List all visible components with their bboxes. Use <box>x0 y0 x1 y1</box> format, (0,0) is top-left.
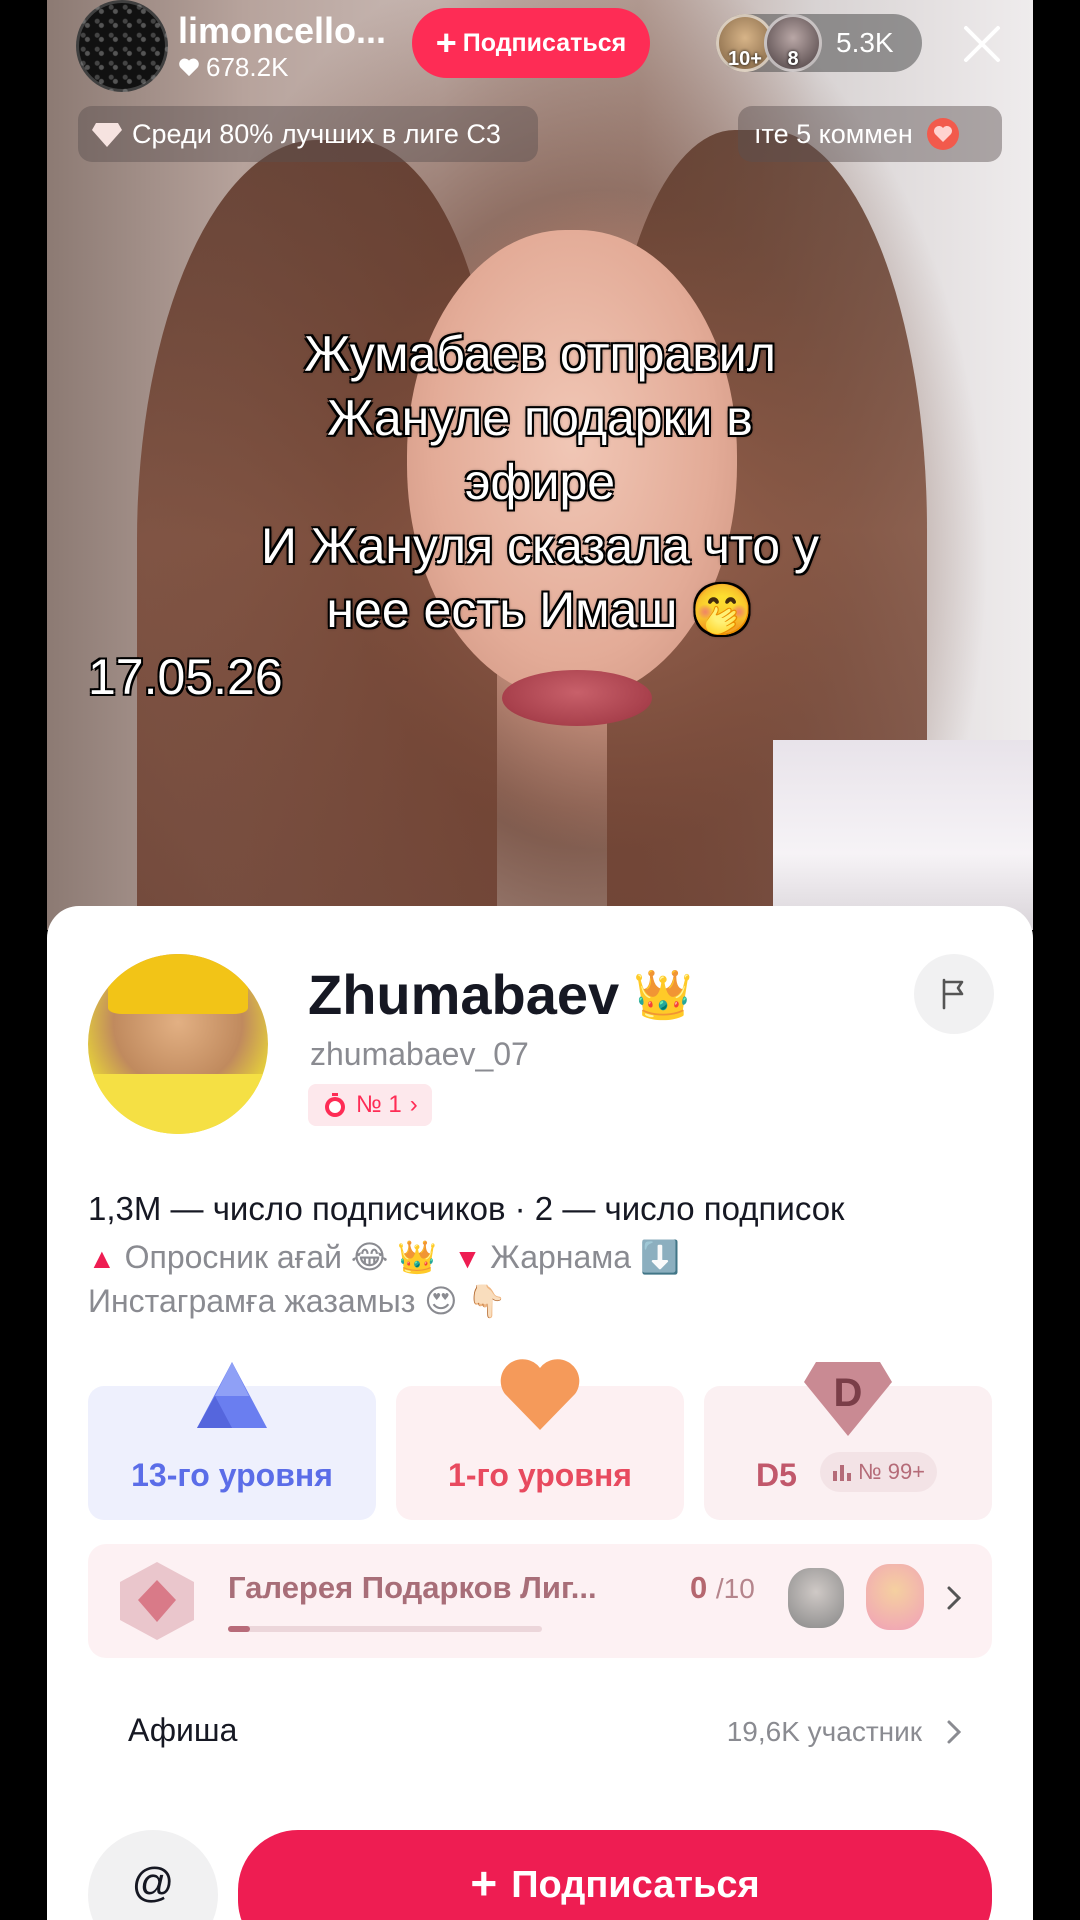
close-icon[interactable] <box>960 22 1004 66</box>
level-2-label: 1-го уровня <box>448 1457 632 1493</box>
profile-rank-badge[interactable]: № 1 › <box>308 1084 432 1126</box>
viewer-count: 5.3K <box>836 27 894 58</box>
league-diamond-icon: D <box>804 1362 892 1436</box>
header-follow-label: Подписаться <box>462 28 627 57</box>
triangle-level-icon <box>197 1362 267 1428</box>
bio-line-1-a: Опросник ағай 😂 👑 <box>124 1239 438 1275</box>
caption-line-2: Жануле подарки в <box>327 390 753 446</box>
triangle-up-icon: ▲ <box>88 1243 116 1274</box>
gift-gallery-icon <box>120 1562 194 1640</box>
chevron-right-icon <box>947 1720 962 1744</box>
streamer-avatar[interactable] <box>76 0 168 92</box>
report-button[interactable] <box>914 954 994 1034</box>
level-1-label: 13-го уровня <box>131 1457 333 1493</box>
top-viewer-avatar-2[interactable]: 8 <box>764 14 822 72</box>
gift-gallery-card[interactable]: Галерея Подарков Лиг... 0 /10 <box>88 1544 992 1658</box>
comment-task-pill[interactable]: ıте 5 коммен <box>738 106 1002 162</box>
chevron-right-icon <box>947 1586 962 1610</box>
gift-gallery-count-total: /10 <box>715 1573 755 1604</box>
viewer-badge-2: 8 <box>787 48 799 70</box>
left-letterbox <box>0 0 47 1920</box>
caption-line-1: Жумабаев отправил <box>304 326 776 382</box>
gift-gallery-count: 0 /10 <box>690 1570 755 1606</box>
profile-handle: zhumabaev_07 <box>310 1036 529 1072</box>
gift-heart-icon <box>926 118 959 150</box>
streamer-text: limoncello... 678.2K <box>178 10 386 83</box>
profile-avatar[interactable] <box>88 954 268 1134</box>
league-text: Среди 80% лучших в лиге C3 <box>132 118 501 149</box>
caption-line-3: эфире <box>464 454 616 510</box>
level-card-subscriber[interactable]: 13-го уровня <box>88 1362 376 1520</box>
video-lips <box>502 670 652 726</box>
heart-level-icon <box>500 1359 580 1430</box>
league-rank-chip: № 99+ <box>820 1452 938 1492</box>
gift-gallery-title: Галерея Подарков Лиг... <box>228 1570 597 1605</box>
plus-icon: + <box>435 22 457 63</box>
plus-icon: + <box>470 1857 498 1909</box>
chevron-right-icon: › <box>409 1091 418 1118</box>
streamer-name[interactable]: limoncello... <box>178 10 386 52</box>
bar-chart-icon <box>833 1465 851 1481</box>
follow-button[interactable]: + Подписаться <box>238 1830 992 1920</box>
bio-line-2: Инстаграмға жазамыз 😍 👇🏻 <box>88 1283 507 1319</box>
header-follow-button[interactable]: + Подписаться <box>412 8 650 78</box>
afisha-row[interactable]: Афиша 19,6K участник <box>88 1676 992 1788</box>
follower-stats: 1,3M — число подписчиков · 2 — число под… <box>88 1190 845 1227</box>
gift-gallery-progress <box>228 1626 542 1632</box>
triangle-down-icon: ▼ <box>445 1243 482 1274</box>
streamer-likes: 678.2K <box>178 52 386 83</box>
video-caption: Жумабаев отправил Жануле подарки в эфире… <box>160 322 920 642</box>
afisha-title: Афиша <box>128 1712 238 1748</box>
profile-bio: ▲ Опросник ағай 😂 👑 ▼ Жарнама ⬇️ Инстагр… <box>88 1236 988 1322</box>
crown-icon: 👑 <box>633 969 693 1022</box>
bio-line-1: ▲ Опросник ағай 😂 👑 ▼ Жарнама ⬇️ <box>88 1236 988 1280</box>
level-card-league[interactable]: D D5 № 99+ <box>704 1362 992 1520</box>
gift-helmet-icon <box>788 1568 844 1628</box>
follow-button-label: Подписаться <box>511 1864 760 1906</box>
video-background-bed <box>773 740 1033 930</box>
afisha-participants: 19,6K участник <box>726 1716 922 1747</box>
likes-count: 678.2K <box>206 51 289 82</box>
caption-date: 17.05.26 <box>88 649 283 705</box>
league-icon-letter: D <box>834 1371 863 1415</box>
profile-name: Zhumabaev 👑 <box>308 962 693 1027</box>
viewers-panel[interactable]: 10+ 8 5.3K <box>716 14 922 72</box>
rank-badge-text: № 1 <box>356 1091 402 1118</box>
caption-line-4: И Жануля сказала что у <box>261 518 819 574</box>
flag-icon <box>942 978 964 1010</box>
bio-line-1-b: Жарнама ⬇️ <box>490 1239 680 1275</box>
gift-gallery-count-value: 0 <box>690 1570 708 1605</box>
profile-name-text: Zhumabaev <box>308 963 620 1026</box>
streamer-info[interactable]: limoncello... 678.2K <box>76 0 386 92</box>
league-rank-text: № 99+ <box>858 1459 926 1484</box>
gift-gallery-progress-fill <box>228 1626 250 1632</box>
league-rank-pill[interactable]: Среди 80% лучших в лиге C3 <box>78 106 538 162</box>
caption-line-5: нее есть Имаш 🤭 <box>326 582 754 638</box>
at-icon: @ <box>131 1859 175 1906</box>
avatar-hat <box>108 954 248 1014</box>
avatar-shirt <box>88 1074 268 1134</box>
heart-icon <box>179 58 199 77</box>
right-letterbox <box>1033 0 1080 1920</box>
gift-corgi-icon <box>866 1564 924 1630</box>
diamond-icon <box>92 123 122 147</box>
level-card-fan[interactable]: 1-го уровня <box>396 1359 684 1520</box>
viewer-badge-1: 10+ <box>728 48 762 70</box>
comment-task-text: ıте 5 коммен <box>754 118 913 149</box>
stopwatch-icon <box>325 1093 345 1117</box>
